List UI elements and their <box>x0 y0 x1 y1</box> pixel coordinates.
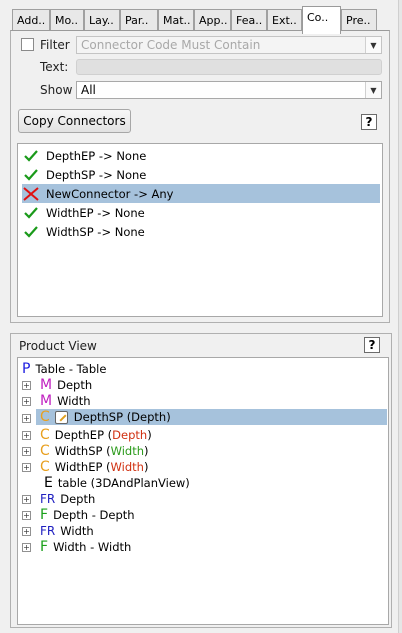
tree-node-param: Width <box>110 460 144 474</box>
tree-node-feature-rule[interactable]: FR Depth <box>40 491 95 507</box>
check-icon <box>22 168 40 182</box>
list-item-label: DepthSP -> None <box>46 167 147 182</box>
text-label: Text: <box>40 60 69 74</box>
tree-node-label: table (3DAndPlanView) <box>57 476 190 490</box>
feature-icon: F <box>40 507 49 523</box>
tree-node-connector[interactable]: C DepthEP (Depth) <box>40 427 152 443</box>
tree-node-connector[interactable]: C WidthEP (Width) <box>40 459 148 475</box>
connector-icon: C <box>40 409 50 425</box>
expand-icon[interactable]: + <box>22 543 31 552</box>
show-select[interactable]: All ▼ <box>76 81 382 99</box>
tree-node-label: WidthSP ( <box>54 444 111 458</box>
show-select-value: All <box>81 83 96 97</box>
chevron-down-icon: ▼ <box>365 82 381 98</box>
expand-icon[interactable]: + <box>22 495 31 504</box>
list-item[interactable]: DepthEP -> None <box>22 146 380 165</box>
tree-node-model[interactable]: M Depth <box>40 377 92 393</box>
connector-code-placeholder: Connector Code Must Contain <box>81 38 261 52</box>
expand-icon[interactable]: + <box>22 431 31 440</box>
expand-icon[interactable]: + <box>22 527 31 536</box>
list-item-label: DepthEP -> None <box>46 148 147 163</box>
adjacent-panel-edge <box>398 0 402 633</box>
connector-icon: C <box>40 427 50 443</box>
product-view-help-button[interactable]: ? <box>364 337 380 353</box>
copy-connectors-button[interactable]: Copy Connectors <box>18 109 131 133</box>
expand-icon[interactable]: + <box>22 447 31 456</box>
check-icon <box>22 225 40 239</box>
cross-icon <box>22 186 40 201</box>
help-button[interactable]: ? <box>361 114 377 130</box>
tab-bar: Add.. Mo.. Lay.. Par.. Mat.. App.. Fea..… <box>12 6 386 34</box>
list-item[interactable]: WidthEP -> None <box>22 203 380 222</box>
tree-node-label: DepthSP (Depth) <box>73 410 171 424</box>
tree-node-model[interactable]: M Width <box>40 393 91 409</box>
expand-icon[interactable]: + <box>22 463 31 472</box>
list-item-label: WidthSP -> None <box>46 224 145 239</box>
filter-checkbox[interactable] <box>21 38 34 51</box>
tree-node-suffix: ) <box>147 428 152 442</box>
tab-connectors[interactable]: Co.. <box>302 6 341 34</box>
model-icon: M <box>40 393 53 409</box>
feature-rule-icon: FR <box>40 524 56 538</box>
filter-label: Filter <box>40 38 70 52</box>
tree-node-connector[interactable]: C WidthSP (Width) <box>40 443 149 459</box>
text-input[interactable] <box>76 59 382 75</box>
connector-icon: C <box>40 459 50 475</box>
tree-node-label: WidthEP ( <box>54 460 111 474</box>
tree-node-param: Width <box>110 444 144 458</box>
tree-node-label: Depth <box>60 492 96 506</box>
product-tree[interactable]: P Table - Table + M Depth + M Width + C … <box>17 357 389 625</box>
product-icon: P <box>22 361 31 377</box>
expand-icon[interactable]: + <box>22 414 31 423</box>
tree-node-feature[interactable]: F Depth - Depth <box>40 507 135 523</box>
tree-node-param: Depth <box>112 428 148 442</box>
model-icon: M <box>40 377 53 393</box>
tree-node-label: Width <box>57 394 91 408</box>
expand-icon[interactable]: + <box>22 381 31 390</box>
feature-rule-icon: FR <box>40 492 56 506</box>
tree-node-feature-rule[interactable]: FR Width <box>40 523 94 539</box>
element-icon: E <box>44 475 53 491</box>
expand-icon[interactable]: + <box>22 511 31 520</box>
tree-node-element[interactable]: E table (3DAndPlanView) <box>40 475 190 491</box>
tree-node-label: Width <box>60 524 94 538</box>
list-item-label: NewConnector -> Any <box>46 186 174 201</box>
feature-icon: F <box>40 539 49 555</box>
tree-node-feature[interactable]: F Width - Width <box>40 539 131 555</box>
tree-node-product[interactable]: P Table - Table <box>22 361 106 377</box>
list-item[interactable]: WidthSP -> None <box>22 222 380 241</box>
tree-node-label: Table - Table <box>35 362 107 376</box>
tree-node-label: Width - Width <box>53 540 132 554</box>
pencil-icon <box>54 410 68 424</box>
connector-code-combo[interactable]: Connector Code Must Contain ▼ <box>76 36 382 54</box>
connector-list[interactable]: DepthEP -> None DepthSP -> None NewConne… <box>17 143 383 317</box>
list-item[interactable]: DepthSP -> None <box>22 165 380 184</box>
tree-node-label: Depth <box>57 378 93 392</box>
tree-node-connector-selected[interactable]: C DepthSP (Depth) <box>36 409 387 425</box>
list-item[interactable]: NewConnector -> Any <box>22 184 380 203</box>
connector-icon: C <box>40 443 50 459</box>
check-icon <box>22 206 40 220</box>
show-label: Show <box>40 83 73 97</box>
tree-node-label: Depth - Depth <box>53 508 135 522</box>
expand-icon[interactable]: + <box>22 397 31 406</box>
tree-node-suffix: ) <box>143 460 149 474</box>
list-item-label: WidthEP -> None <box>46 205 145 220</box>
tree-node-label: DepthEP ( <box>54 428 113 442</box>
tree-node-suffix: ) <box>144 444 149 458</box>
check-icon <box>22 149 40 163</box>
product-view-title: Product View <box>19 339 97 353</box>
chevron-down-icon: ▼ <box>365 37 381 53</box>
